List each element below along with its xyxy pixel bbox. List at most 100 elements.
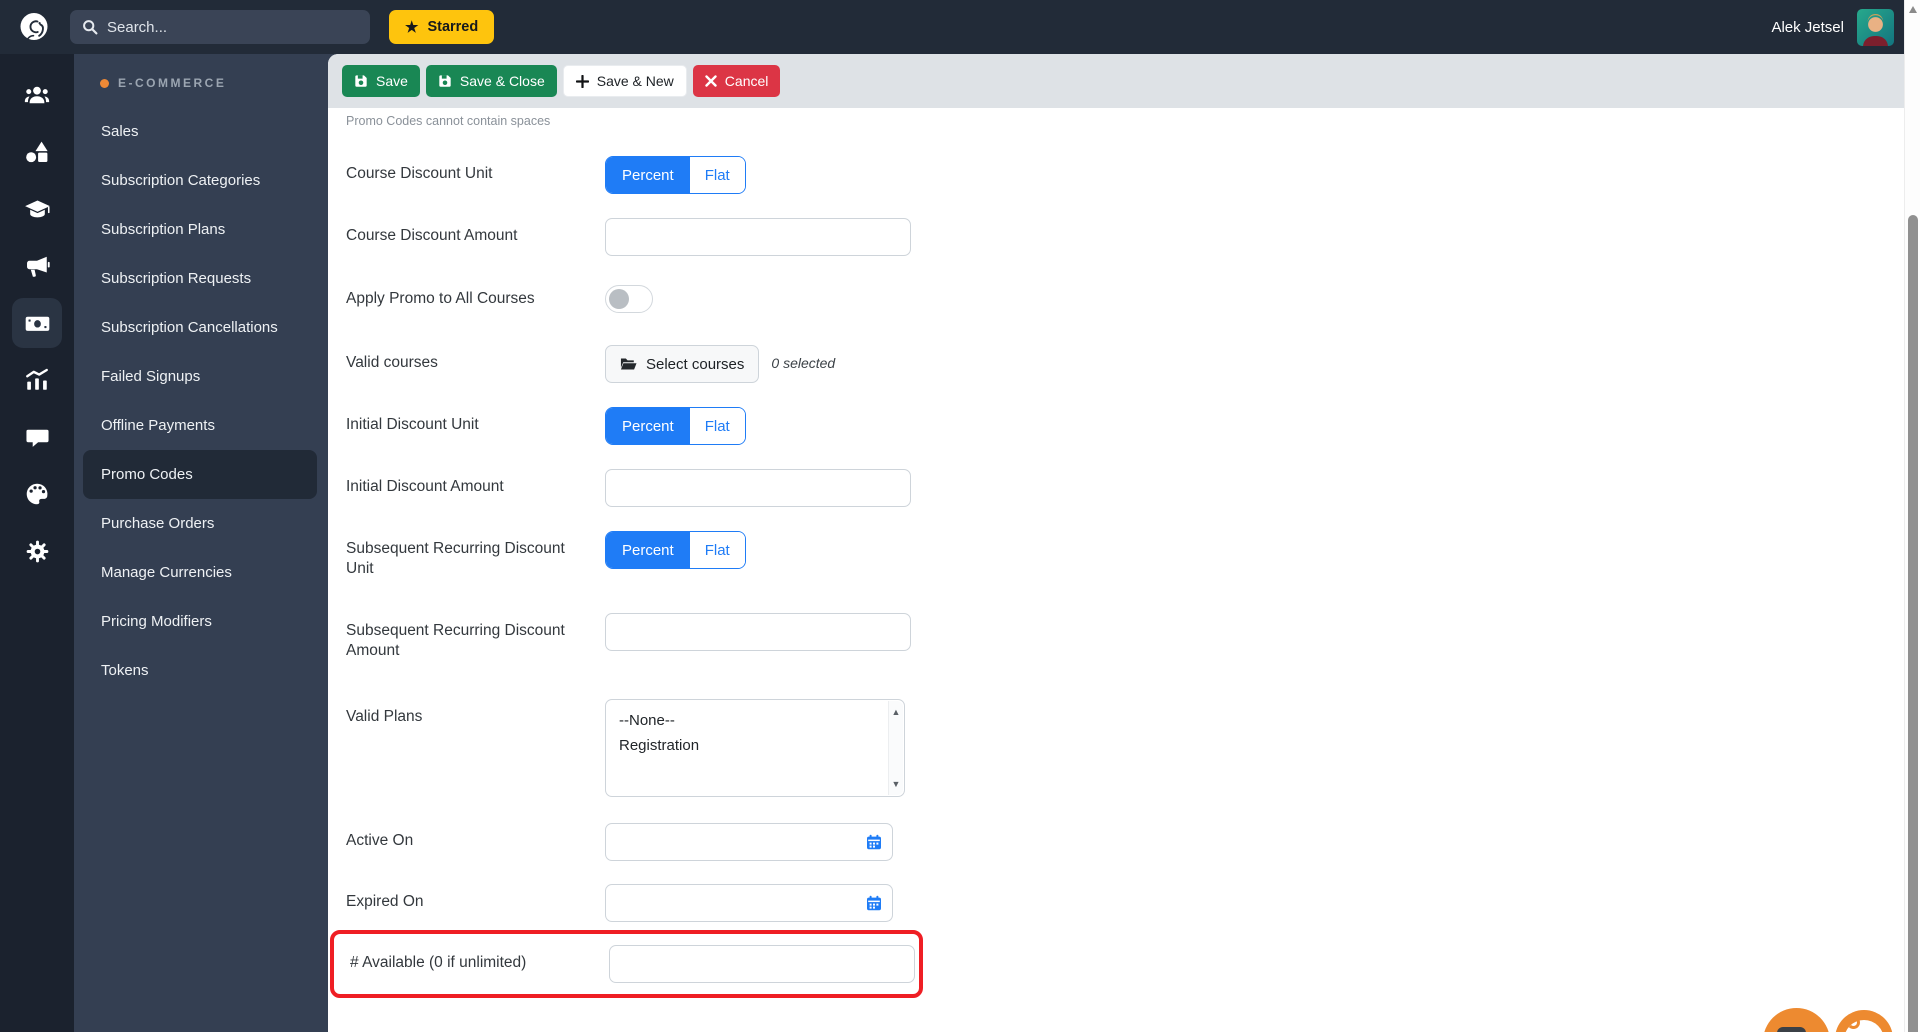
toggle-knob xyxy=(609,289,629,309)
user-avatar[interactable] xyxy=(1857,8,1894,46)
sidebar-item-sales[interactable]: Sales xyxy=(74,107,328,156)
subsequent-recurring-discount-amount-label: Subsequent Recurring Discount Amount xyxy=(346,622,565,659)
x-icon xyxy=(705,75,717,87)
section-dot-icon xyxy=(100,78,109,88)
rail-item-site-builder[interactable] xyxy=(12,469,62,519)
initial-discount-amount-label: Initial Discount Amount xyxy=(346,478,504,495)
save-close-label: Save & Close xyxy=(459,73,545,89)
initial-discount-amount-input[interactable] xyxy=(605,469,911,507)
global-search xyxy=(70,10,370,44)
apply-promo-all-label: Apply Promo to All Courses xyxy=(346,290,535,307)
rail-item-users[interactable] xyxy=(12,70,62,120)
sidebar-item-subscription-requests[interactable]: Subscription Requests xyxy=(74,254,328,303)
scroll-down-icon[interactable]: ▼ xyxy=(889,779,903,789)
course-discount-unit-percent[interactable]: Percent xyxy=(606,157,690,193)
course-discount-unit-flat[interactable]: Flat xyxy=(689,157,745,193)
rail-item-products[interactable] xyxy=(12,127,62,177)
course-discount-amount-label: Course Discount Amount xyxy=(346,227,518,244)
subsequent-recurring-discount-unit-flat[interactable]: Flat xyxy=(689,532,745,568)
sidebar-section-header: E-COMMERCE xyxy=(74,75,328,91)
megaphone-icon xyxy=(24,253,50,279)
course-discount-unit-label: Course Discount Unit xyxy=(346,165,493,182)
initial-discount-unit-percent[interactable]: Percent xyxy=(606,408,690,444)
available-label: # Available (0 if unlimited) xyxy=(350,954,527,971)
expired-on-label: Expired On xyxy=(346,893,424,910)
valid-plans-option-registration[interactable]: Registration xyxy=(606,733,904,758)
chat-window-icon xyxy=(1777,1027,1806,1032)
select-courses-label: Select courses xyxy=(646,355,745,373)
valid-courses-label: Valid courses xyxy=(346,354,438,371)
form-toolbar: Save Save & Close Save & New Cancel xyxy=(328,54,1920,108)
starred-button[interactable]: ★ Starred xyxy=(389,10,495,44)
search-input[interactable] xyxy=(107,18,358,36)
scroll-up-icon[interactable]: ▲ xyxy=(889,707,903,717)
cancel-button[interactable]: Cancel xyxy=(692,65,781,97)
subsequent-recurring-discount-unit-percent[interactable]: Percent xyxy=(606,532,690,568)
expired-on-input[interactable] xyxy=(605,884,893,922)
comments-icon xyxy=(25,425,50,450)
elephant-logo-icon xyxy=(17,10,51,44)
mascot-trunk-icon xyxy=(1847,1016,1860,1029)
active-on-input[interactable] xyxy=(605,823,893,861)
initial-discount-unit-flat[interactable]: Flat xyxy=(689,408,745,444)
course-discount-amount-input[interactable] xyxy=(605,218,911,256)
rail-item-settings[interactable] xyxy=(12,526,62,576)
subsequent-recurring-discount-amount-input[interactable] xyxy=(605,613,911,651)
sidebar-item-promo-codes[interactable]: Promo Codes xyxy=(83,450,317,499)
active-on-label: Active On xyxy=(346,832,414,849)
valid-plans-option-none[interactable]: --None-- xyxy=(606,708,904,733)
sidebar-item-offline-payments[interactable]: Offline Payments xyxy=(74,401,328,450)
initial-discount-unit-label: Initial Discount Unit xyxy=(346,416,479,433)
app-logo[interactable] xyxy=(14,7,54,47)
select-courses-button[interactable]: Select courses xyxy=(605,345,760,383)
apply-promo-all-toggle[interactable] xyxy=(605,285,653,313)
sidebar-item-subscription-categories[interactable]: Subscription Categories xyxy=(74,156,328,205)
floppy-icon xyxy=(354,74,368,88)
save-button[interactable]: Save xyxy=(342,65,420,97)
section-label: E-COMMERCE xyxy=(118,76,227,90)
sidebar-menu: E-COMMERCE Sales Subscription Categories… xyxy=(74,54,328,1032)
rail-item-marketing[interactable] xyxy=(12,241,62,291)
save-new-button[interactable]: Save & New xyxy=(562,65,687,97)
shapes-icon xyxy=(24,139,50,165)
cancel-label: Cancel xyxy=(724,73,769,89)
scrollbar-thumb[interactable] xyxy=(1908,215,1918,1032)
users-icon xyxy=(24,82,50,108)
palette-icon xyxy=(24,481,50,507)
chart-icon xyxy=(24,367,50,393)
sidebar-item-failed-signups[interactable]: Failed Signups xyxy=(74,352,328,401)
selected-count-text: 0 selected xyxy=(771,355,836,371)
rail-item-ecommerce[interactable] xyxy=(12,298,62,348)
scrollbar-up-arrow-icon[interactable] xyxy=(1909,6,1917,13)
floppy-icon xyxy=(438,74,452,88)
star-icon: ★ xyxy=(405,18,419,36)
calendar-icon[interactable] xyxy=(866,834,882,850)
rail-item-reports[interactable] xyxy=(12,355,62,405)
content-area: Save Save & Close Save & New Cancel Prom… xyxy=(328,54,1920,1032)
gear-icon xyxy=(25,539,50,564)
subsequent-recurring-discount-unit-toggle: Percent Flat xyxy=(605,531,746,569)
rail-item-community[interactable] xyxy=(12,412,62,462)
initial-discount-unit-toggle: Percent Flat xyxy=(605,407,746,445)
topbar: ★ Starred Alek Jetsel xyxy=(0,0,1920,54)
sidebar-item-tokens[interactable]: Tokens xyxy=(74,646,328,695)
save-label: Save xyxy=(376,73,408,89)
calendar-icon[interactable] xyxy=(866,895,882,911)
valid-plans-listbox[interactable]: --None-- Registration ▲ ▼ xyxy=(605,699,905,797)
save-close-button[interactable]: Save & Close xyxy=(425,65,557,97)
sidebar-item-subscription-plans[interactable]: Subscription Plans xyxy=(74,205,328,254)
sidebar-item-purchase-orders[interactable]: Purchase Orders xyxy=(74,499,328,548)
valid-plans-label: Valid Plans xyxy=(346,708,423,725)
sidebar-item-manage-currencies[interactable]: Manage Currencies xyxy=(74,548,328,597)
rail-item-courses[interactable] xyxy=(12,184,62,234)
available-input[interactable] xyxy=(609,945,915,983)
promo-code-form: Promo Codes cannot contain spaces Course… xyxy=(328,108,1920,998)
course-discount-unit-toggle: Percent Flat xyxy=(605,156,746,194)
page-scrollbar[interactable] xyxy=(1904,0,1920,1032)
promo-code-helper-text: Promo Codes cannot contain spaces xyxy=(346,114,551,128)
listbox-scrollbar[interactable]: ▲ ▼ xyxy=(888,701,903,795)
starred-label: Starred xyxy=(427,19,479,35)
sidebar-item-subscription-cancellations[interactable]: Subscription Cancellations xyxy=(74,303,328,352)
user-name[interactable]: Alek Jetsel xyxy=(1771,19,1844,36)
sidebar-item-pricing-modifiers[interactable]: Pricing Modifiers xyxy=(74,597,328,646)
